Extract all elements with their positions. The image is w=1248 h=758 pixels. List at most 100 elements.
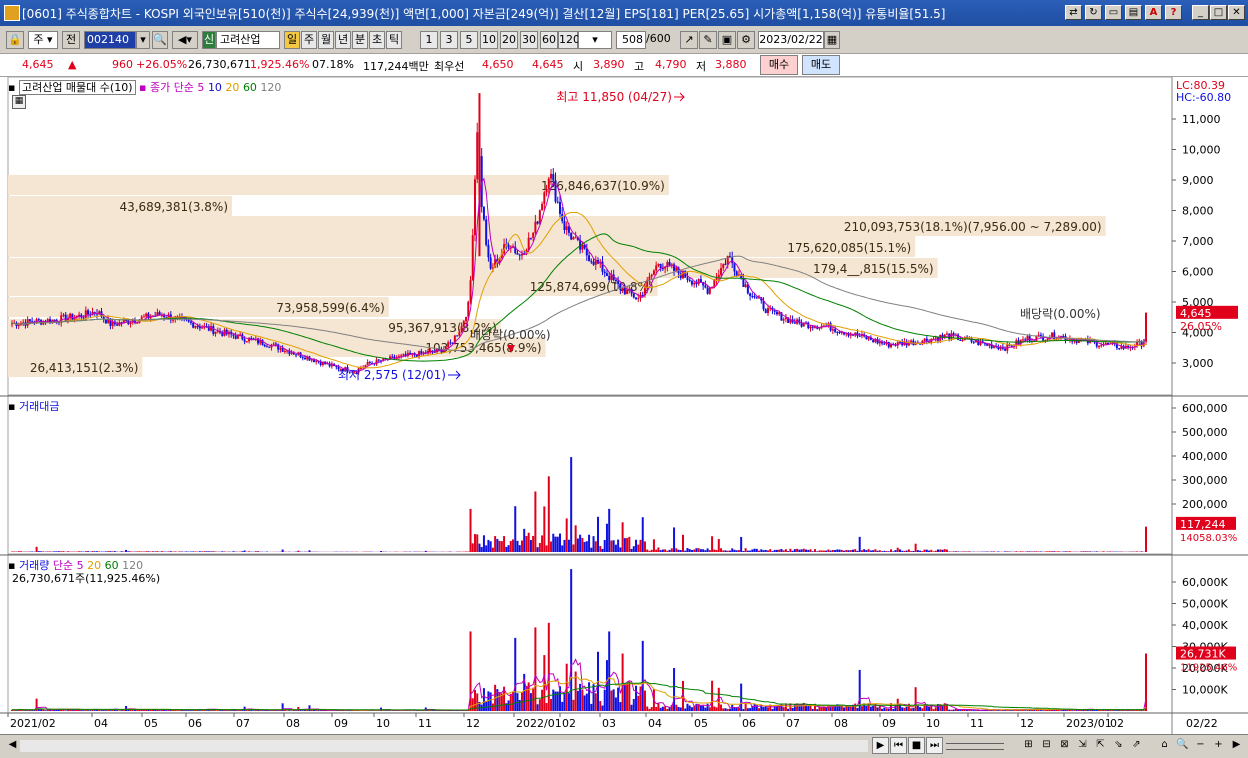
stop-icon[interactable]: ■ xyxy=(908,737,925,754)
layout-icon-3[interactable]: ⊠ xyxy=(1056,737,1073,754)
amount-bar xyxy=(669,550,671,552)
stock-name[interactable]: 고려산업 xyxy=(216,31,280,49)
close-button[interactable]: ✕ xyxy=(1228,5,1245,20)
amount-bar xyxy=(631,549,633,552)
candle-body xyxy=(615,280,617,281)
interval-button[interactable]: 30 xyxy=(520,31,538,49)
volume-bar xyxy=(901,707,903,711)
chart-type-icon[interactable]: ↗ xyxy=(680,31,698,49)
price-pane-name[interactable]: 고려산업 매물대 수(10) xyxy=(19,80,136,95)
interval-button[interactable]: 20 xyxy=(500,31,518,49)
period-button[interactable]: 분 xyxy=(352,31,368,49)
arrow-icon-1[interactable]: ⇲ xyxy=(1074,737,1091,754)
save-icon[interactable]: ▣ xyxy=(718,31,736,49)
amount-bar xyxy=(244,550,246,552)
spare-select[interactable]: ▾ xyxy=(578,31,612,49)
layout-icon-2[interactable]: ⊟ xyxy=(1038,737,1055,754)
amount-bar xyxy=(1015,551,1017,552)
arrow-icon-3[interactable]: ⇘ xyxy=(1110,737,1127,754)
period-select[interactable]: 주 ▾ xyxy=(28,31,58,49)
arrow-icon-2[interactable]: ⇱ xyxy=(1092,737,1109,754)
candle-body xyxy=(924,339,926,341)
code-dropdown-icon[interactable]: ▾ xyxy=(136,31,150,49)
candle-body xyxy=(291,353,293,354)
count-input[interactable]: 508 xyxy=(616,31,646,49)
stock-chart-svg[interactable]: 210,093,753(18.1%)(7,956.00 ~ 7,289.00)1… xyxy=(0,77,1248,734)
interval-button[interactable]: 120 xyxy=(558,31,578,49)
pin-icon[interactable]: ⌂ xyxy=(1156,737,1173,754)
zoom-icon[interactable]: 🔍 xyxy=(1174,737,1191,754)
app-icon xyxy=(4,5,20,21)
candle-body xyxy=(244,339,246,341)
amount-bar xyxy=(1026,551,1028,552)
amount-bar xyxy=(203,551,205,552)
zoom-in-icon[interactable]: + xyxy=(1210,737,1227,754)
scroll-right-icon[interactable]: ▶ xyxy=(1228,737,1245,754)
candle-body xyxy=(756,297,758,298)
refresh-icon[interactable]: ↻ xyxy=(1085,5,1102,20)
font-icon[interactable]: A xyxy=(1145,5,1162,20)
x-tick-label: 09 xyxy=(882,717,896,730)
amount-bar xyxy=(713,550,715,552)
maximize-button[interactable]: □ xyxy=(1210,5,1227,20)
search-icon[interactable]: 🔍 xyxy=(152,31,168,49)
amount-bar xyxy=(628,537,630,552)
interval-button[interactable]: 60 xyxy=(540,31,558,49)
period-button[interactable]: 년 xyxy=(335,31,351,49)
settings-icon[interactable]: ⚙ xyxy=(737,31,755,49)
code-input[interactable]: 002140 xyxy=(84,31,136,49)
lock-icon[interactable]: 🔒 xyxy=(6,31,24,49)
interval-button[interactable]: 1 xyxy=(420,31,438,49)
price-tick-label: 8,000 xyxy=(1182,205,1214,218)
candle-body xyxy=(268,347,270,348)
amount-bar xyxy=(109,551,111,552)
play-icon[interactable]: ▶ xyxy=(872,737,889,754)
interval-button[interactable]: 5 xyxy=(460,31,478,49)
buy-button[interactable]: 매수 xyxy=(760,55,798,75)
layout-icon-1[interactable]: ⊞ xyxy=(1020,737,1037,754)
amount-bar xyxy=(915,544,917,552)
date-input[interactable]: 2023/02/22 xyxy=(758,31,824,49)
window-icon[interactable]: ▭ xyxy=(1105,5,1122,20)
amount-bar xyxy=(901,551,903,552)
volume-bar xyxy=(818,707,820,711)
candle-body xyxy=(626,290,628,294)
step-forward-icon[interactable]: ⏭ xyxy=(926,737,943,754)
volume-bar xyxy=(865,706,867,711)
calendar-icon[interactable]: ▦ xyxy=(824,31,840,49)
candle-body xyxy=(232,334,234,335)
period-button[interactable]: 주 xyxy=(301,31,317,49)
minimize-button[interactable]: _ xyxy=(1192,5,1209,20)
volume-profile-label: 179,4__,815(15.5%) xyxy=(813,262,934,276)
prev-button[interactable]: 전 xyxy=(62,31,80,49)
volume-bar xyxy=(1071,710,1073,711)
speed-slider[interactable] xyxy=(946,743,1004,750)
amount-bar xyxy=(941,550,943,552)
scrollbar-track[interactable] xyxy=(20,740,868,752)
table-icon[interactable]: ▦ xyxy=(12,95,26,109)
scroll-left-icon[interactable]: ◀ xyxy=(4,737,21,754)
help-icon[interactable]: ? xyxy=(1165,5,1182,20)
amount-bar xyxy=(96,551,98,552)
sell-button[interactable]: 매도 xyxy=(802,55,840,75)
interval-button[interactable]: 10 xyxy=(480,31,498,49)
period-button[interactable]: 일 xyxy=(284,31,300,49)
amount-bar xyxy=(821,550,823,552)
interval-button[interactable]: 3 xyxy=(440,31,458,49)
amount-bar xyxy=(1047,551,1049,552)
period-button[interactable]: 틱 xyxy=(386,31,402,49)
speaker-icon[interactable]: ◀▾ xyxy=(172,31,198,49)
arrow-icon-4[interactable]: ⇗ xyxy=(1128,737,1145,754)
zoom-out-icon[interactable]: − xyxy=(1192,737,1209,754)
amount-bar xyxy=(798,550,800,552)
period-button[interactable]: 월 xyxy=(318,31,334,49)
candle-body xyxy=(141,317,143,320)
step-back-icon[interactable]: ⏮ xyxy=(890,737,907,754)
print-icon[interactable]: ▤ xyxy=(1125,5,1142,20)
chart-area[interactable]: 210,093,753(18.1%)(7,956.00 ~ 7,289.00)1… xyxy=(0,77,1248,734)
tool-icon[interactable]: ✎ xyxy=(699,31,717,49)
amount-bar xyxy=(13,551,15,552)
link-icon[interactable]: ⇄ xyxy=(1065,5,1082,20)
amount-bar xyxy=(711,536,713,552)
period-button[interactable]: 초 xyxy=(369,31,385,49)
